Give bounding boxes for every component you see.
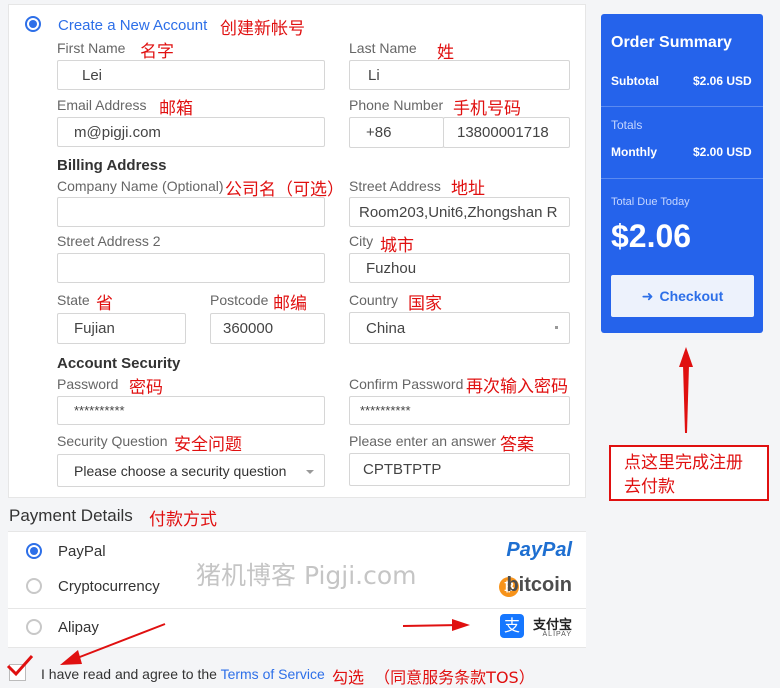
alipay-logo-sub: ALIPAY [542,631,572,638]
create-account-label[interactable]: Create a New Account [58,17,207,34]
account-security-title: Account Security [57,355,181,372]
checkout-annotation: 点这里完成注册 去付款 [624,453,743,497]
arrow-to-checkbox [60,623,166,665]
order-summary-title: Order Summary [611,34,732,51]
first-name-input[interactable]: Lei [57,60,325,90]
postcode-annotation: 邮编 [273,294,307,314]
first-name-annotation: 名字 [140,42,174,62]
payment-details-title: Payment Details [9,506,133,525]
billing-address-title: Billing Address [57,157,167,174]
last-name-label: Last Name [349,40,417,56]
subtotal-label: Subtotal [611,74,659,88]
phone-annotation: 手机号码 [453,99,521,119]
postcode-label: Postcode [210,292,269,308]
city-input[interactable]: Fuzhou [349,253,570,283]
security-question-select[interactable]: Please choose a security question [57,454,325,487]
bitcoin-logo: bitcoin [506,574,572,596]
tos-prefix: I have read and agree to the [41,666,217,682]
alipay-radio[interactable] [26,619,42,635]
chevron-down-icon [306,470,314,474]
country-annotation: 国家 [408,294,442,314]
tos-link[interactable]: Terms of Service [221,666,325,682]
answer-annotation: 答案 [500,435,534,455]
payment-details-annotation: 付款方式 [149,510,217,530]
confirm-password-input[interactable]: ********** [349,396,570,425]
crypto-label[interactable]: Cryptocurrency [58,578,160,595]
alipay-icon: 支 [500,614,524,638]
arrow-right-icon: ➜ [641,287,654,304]
email-label: Email Address [57,97,147,113]
create-account-annotation: 创建新帐号 [220,19,305,39]
totals-label: Totals [611,118,643,132]
password-label: Password [57,376,119,392]
security-question-annotation: 安全问题 [174,435,242,455]
state-input[interactable]: Fujian [57,313,186,344]
street-input[interactable]: Room203,Unit6,Zhongshan R [349,197,570,227]
confirm-password-annotation: 再次输入密码 [466,377,568,397]
phone-label: Phone Number [349,97,444,113]
country-label: Country [349,292,399,308]
subtotal-value: $2.06 USD [693,74,752,88]
email-annotation: 邮箱 [159,99,193,119]
tos-annotation: 勾选 （同意服务条款TOS） [332,668,535,687]
email-input[interactable]: m@pigji.com [57,117,325,147]
city-label: City [349,233,374,249]
postcode-input[interactable]: 360000 [210,313,325,344]
watermark: 猪机博客 Pigji.com [196,561,417,590]
country-select[interactable]: China [349,312,570,344]
first-name-label: First Name [57,40,126,56]
checkout-label[interactable]: Checkout [659,288,723,304]
street2-input[interactable] [57,253,325,283]
street-annotation: 地址 [451,179,485,199]
check-icon [6,655,34,677]
answer-input[interactable]: CPTBTPTP [349,453,570,486]
checkout-button[interactable]: ➜ Checkout [611,275,754,317]
monthly-value: $2.00 USD [693,145,752,159]
company-label: Company Name (Optional) [57,178,224,194]
paypal-label[interactable]: PayPal [58,543,106,560]
total-due-label: Total Due Today [611,196,690,208]
company-input[interactable] [57,197,325,227]
tos-text: I have read and agree to the Terms of Se… [41,666,325,682]
phone-country-code[interactable]: +86 [349,117,444,148]
paypal-logo: PayPal [506,539,572,561]
summary-divider [601,106,763,107]
country-chevron-icon [555,326,558,329]
security-question-label: Security Question [57,433,168,449]
last-name-input[interactable]: Li [349,60,570,90]
street-label: Street Address [349,178,441,194]
state-label: State [57,292,90,308]
summary-divider-2 [601,178,763,179]
answer-label: Please enter an answer [349,433,497,449]
total-due-value: $2.06 [611,218,692,254]
password-input[interactable]: ********** [57,396,325,425]
state-annotation: 省 [96,294,113,314]
create-account-radio[interactable] [25,16,41,32]
paypal-radio[interactable] [26,543,42,559]
street2-label: Street Address 2 [57,233,161,249]
phone-input[interactable]: 13800001718 [443,117,570,148]
arrow-to-checkout [679,347,693,433]
password-annotation: 密码 [129,378,163,398]
crypto-radio[interactable] [26,578,42,594]
confirm-password-label: Confirm Password [349,376,464,392]
monthly-label: Monthly [611,145,657,159]
arrow-to-alipay [402,619,470,631]
